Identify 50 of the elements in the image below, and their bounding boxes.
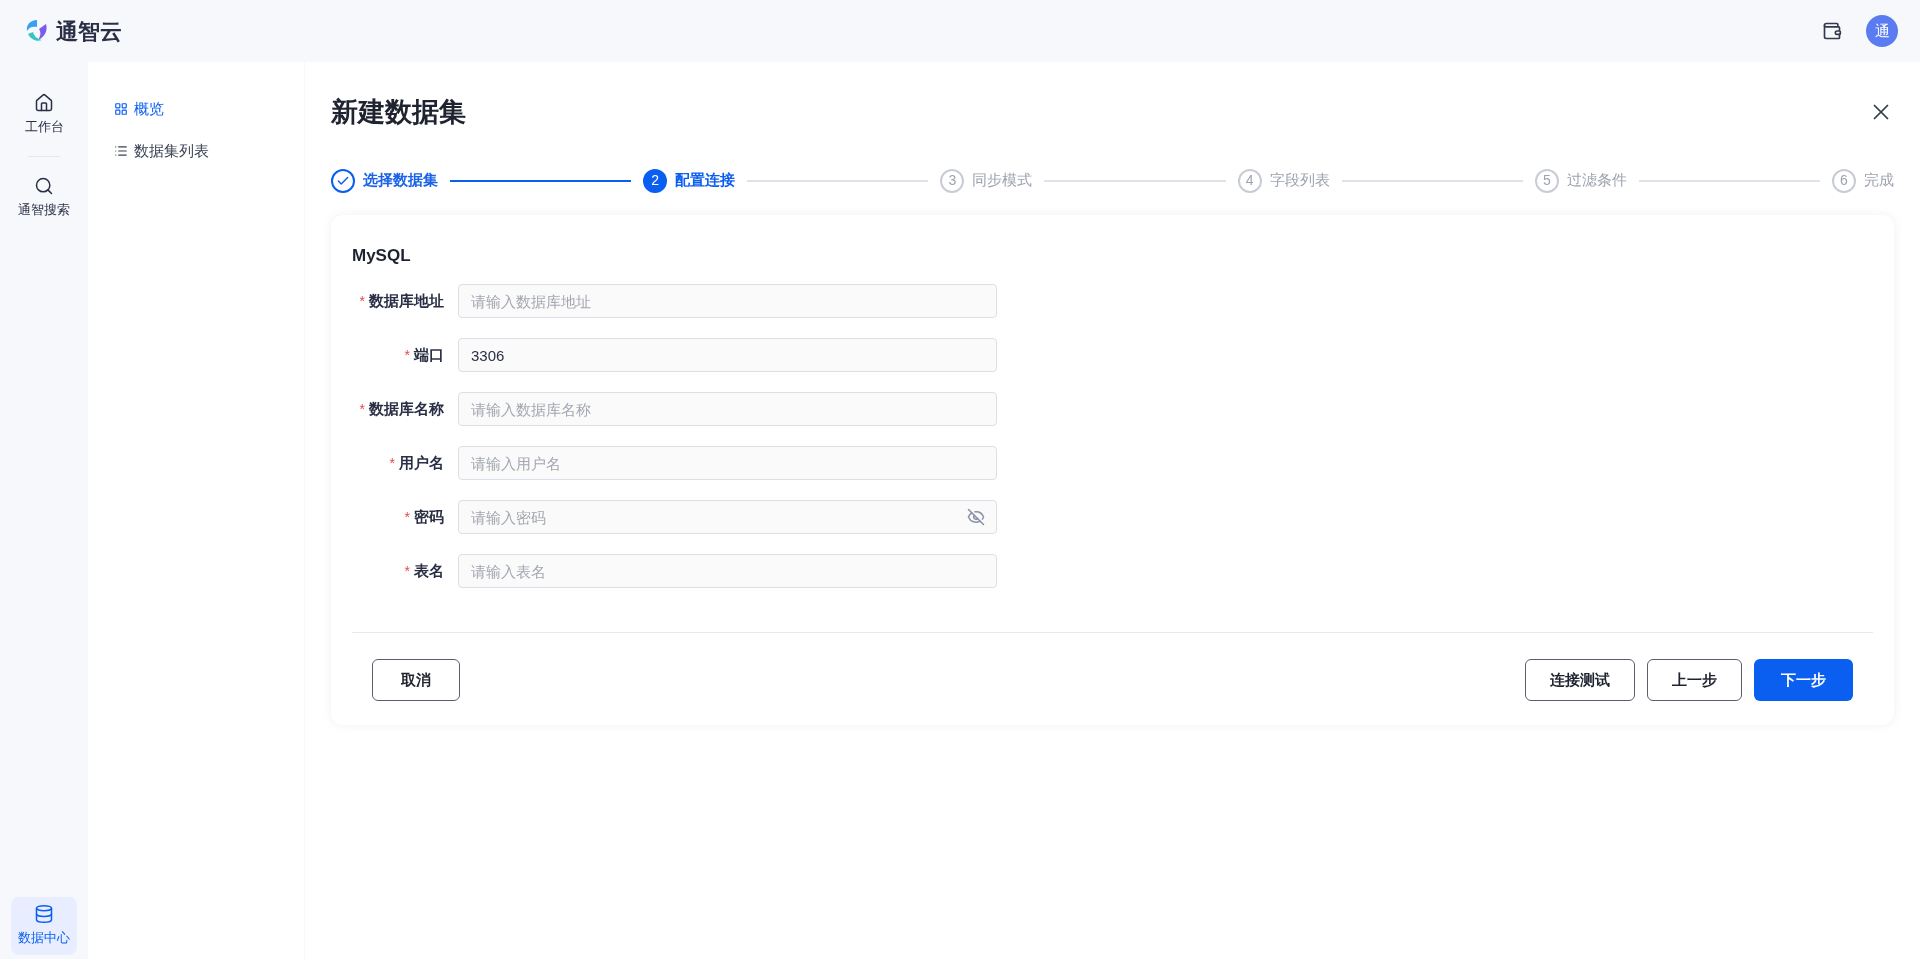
step-label: 同步模式 <box>972 170 1033 191</box>
field-label: 密码 <box>414 506 444 527</box>
list-icon <box>114 144 128 158</box>
required-mark: * <box>404 561 410 581</box>
action-button[interactable]: 连接测试 <box>1525 659 1635 701</box>
input-field[interactable]: 请输入数据库名称 <box>458 392 997 426</box>
rail-item[interactable]: 工作台 <box>11 86 77 144</box>
search-icon <box>34 176 54 197</box>
field-label: 数据库名称 <box>369 398 444 419</box>
action-button[interactable]: 上一步 <box>1647 659 1742 701</box>
field-label: 端口 <box>414 344 444 365</box>
rail-item[interactable]: 数据中心 <box>11 897 77 955</box>
grid-icon <box>114 102 128 116</box>
step-label: 完成 <box>1864 170 1894 191</box>
input-field[interactable]: 请输入用户名 <box>458 446 997 480</box>
step-number: 3 <box>940 168 965 193</box>
avatar[interactable]: 通 <box>1866 15 1898 47</box>
password-field[interactable]: 请输入密码 <box>458 500 997 534</box>
field-label: 表名 <box>414 560 444 581</box>
input-field[interactable]: 请输入数据库地址 <box>458 284 997 318</box>
rail-item[interactable]: 通智搜索 <box>11 169 77 227</box>
step-label: 过滤条件 <box>1566 170 1627 191</box>
required-mark: * <box>404 345 410 365</box>
field-label: 数据库地址 <box>369 290 444 311</box>
required-mark: * <box>359 291 365 311</box>
step-number: 5 <box>1534 168 1559 193</box>
step-label: 字段列表 <box>1269 170 1330 191</box>
input-field[interactable]: 3306 <box>458 338 997 372</box>
sidebar-item[interactable]: 概览 <box>114 95 304 123</box>
cancel-button[interactable]: 取消 <box>372 659 460 701</box>
home-icon <box>34 93 54 114</box>
required-mark: * <box>404 507 410 527</box>
input-field[interactable]: 请输入表名 <box>458 554 997 588</box>
step-label: 配置连接 <box>675 170 736 191</box>
eye-off-icon[interactable] <box>967 508 985 526</box>
next-button[interactable]: 下一步 <box>1754 659 1853 701</box>
step-number: 6 <box>1832 168 1856 193</box>
field-label: 用户名 <box>399 452 444 473</box>
step-label: 选择数据集 <box>363 170 438 191</box>
logo-icon <box>24 18 50 44</box>
database-icon <box>34 904 54 925</box>
required-mark: * <box>359 399 365 419</box>
section-title: MySQL <box>352 244 412 267</box>
step-number: 2 <box>643 168 668 193</box>
brand-name: 通智云 <box>56 17 122 46</box>
step-number: 4 <box>1237 168 1262 193</box>
required-mark: * <box>389 453 395 473</box>
wallet-icon[interactable] <box>1822 21 1842 41</box>
sidebar-item[interactable]: 数据集列表 <box>114 137 304 165</box>
dialog-title: 新建数据集 <box>331 96 466 129</box>
